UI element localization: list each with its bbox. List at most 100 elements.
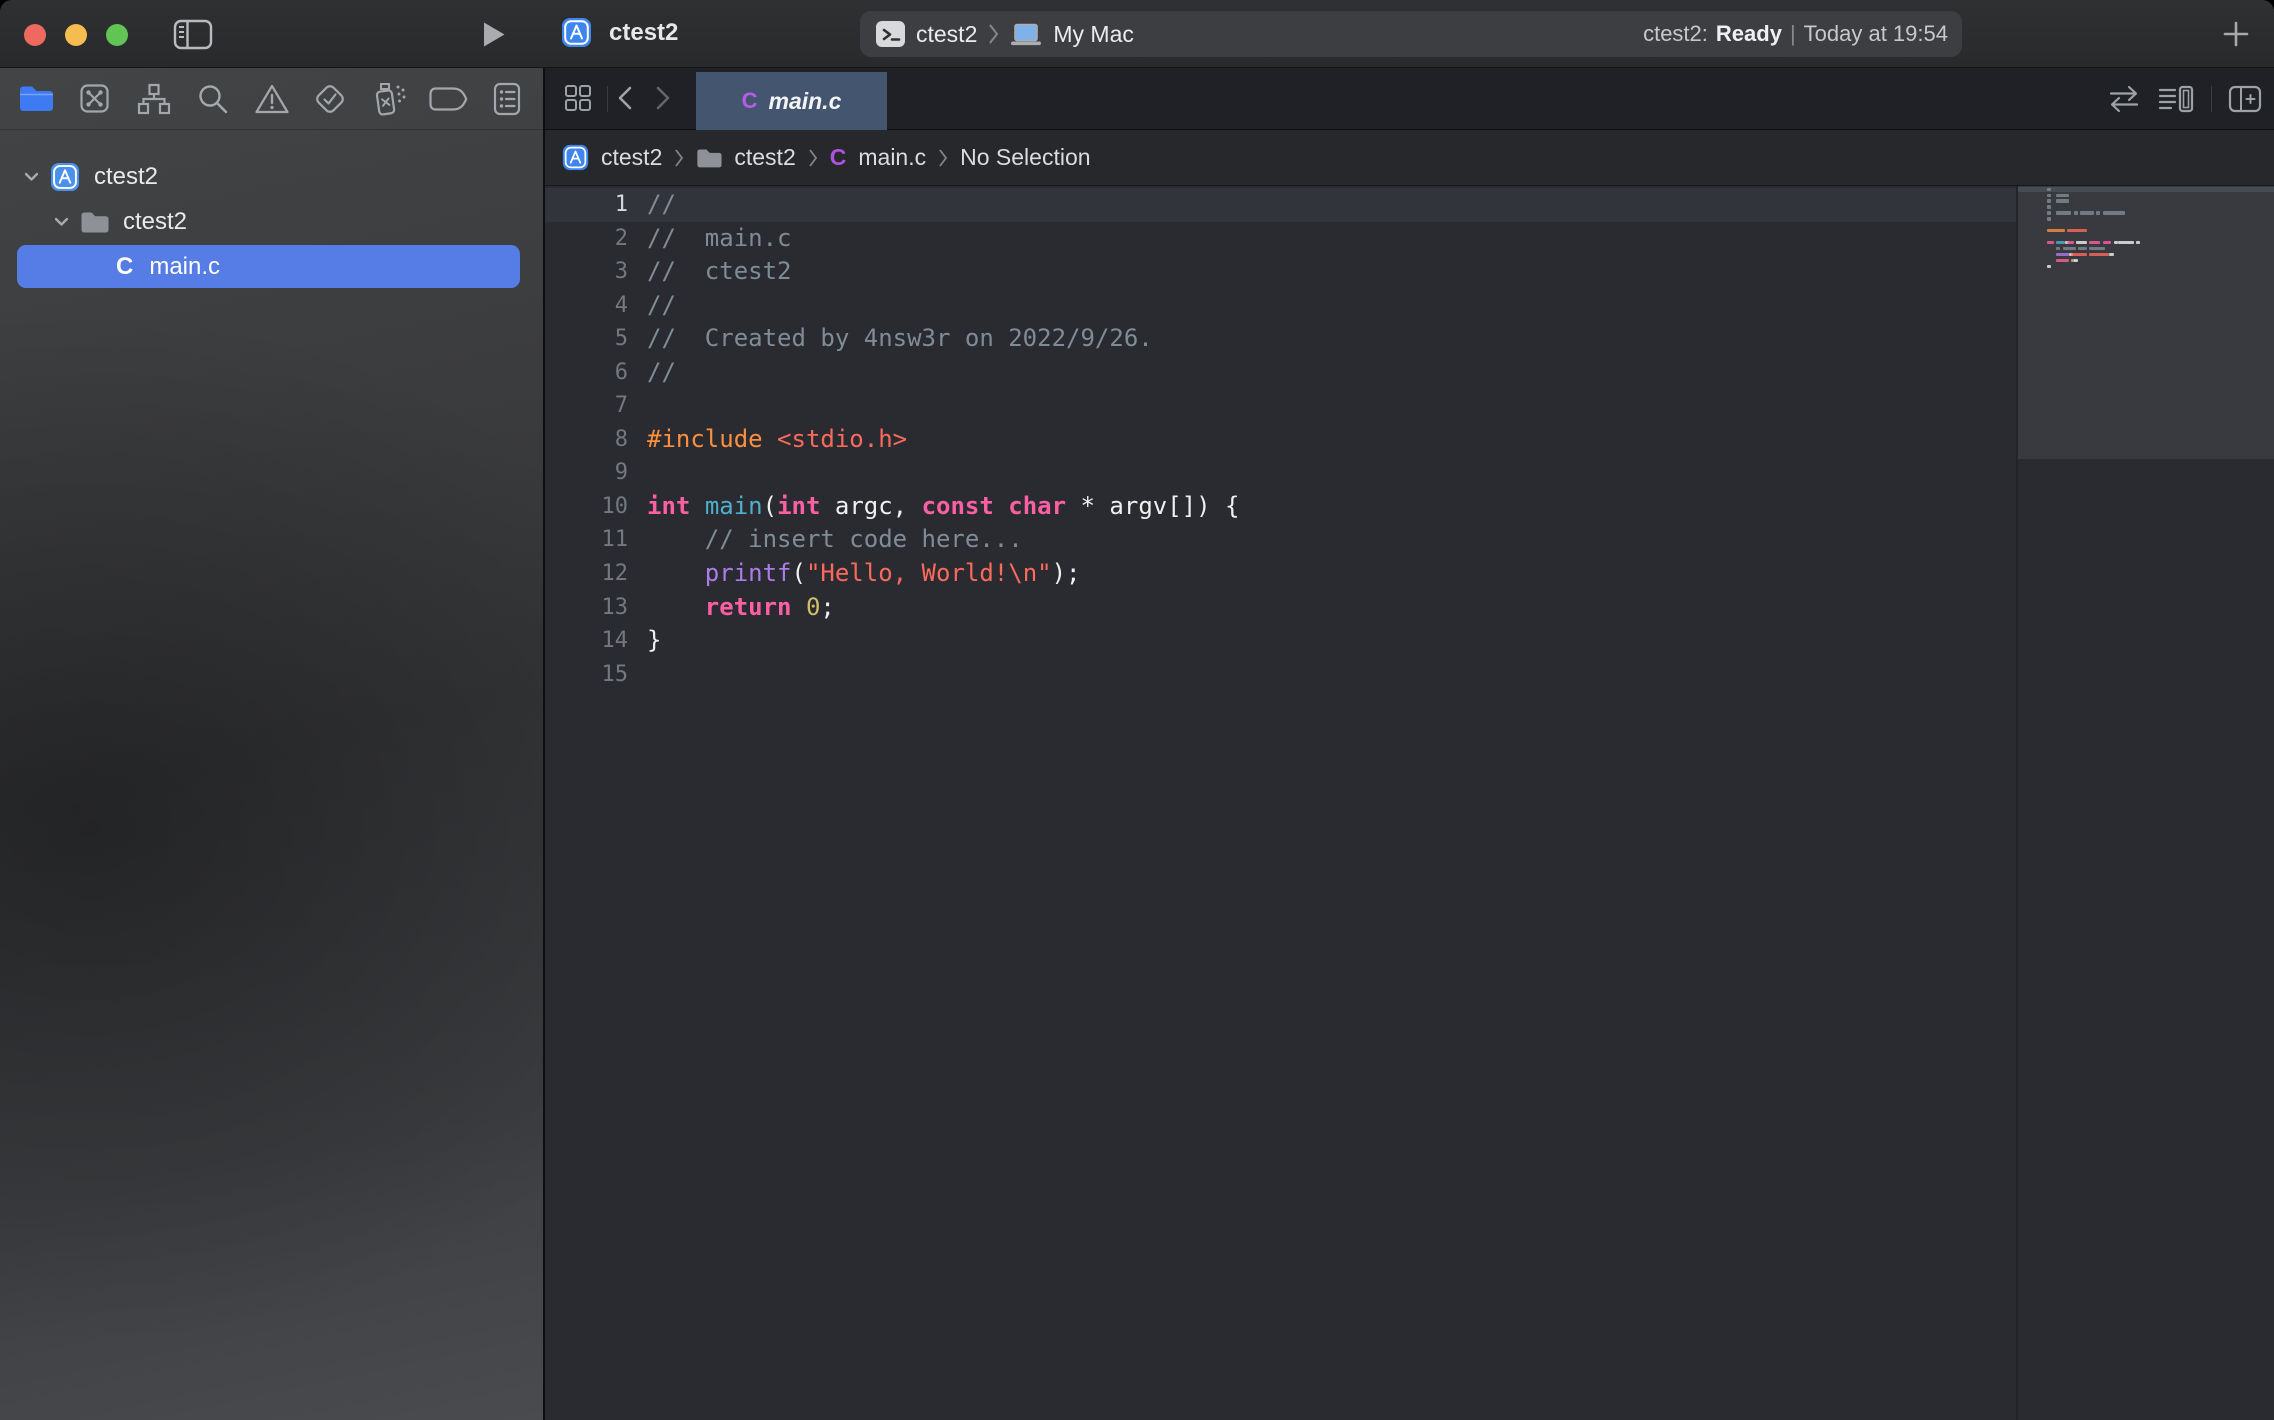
- tree-row-file-selected[interactable]: C main.c: [0, 244, 543, 289]
- code-line[interactable]: 8#include <stdio.h>: [545, 423, 2016, 457]
- minimap-line-bar: [2056, 194, 2069, 197]
- plus-icon: [2221, 19, 2251, 49]
- add-editor-button[interactable]: [2227, 84, 2263, 114]
- jumpbar-group[interactable]: ctest2: [696, 144, 795, 171]
- source-editor[interactable]: 1//2// main.c3// ctest24//5// Created by…: [545, 186, 2274, 1420]
- navigator-tab-bar: [0, 68, 543, 130]
- activity-status[interactable]: ctest2: Ready | Today at 19:54: [1643, 21, 1948, 47]
- editor-options-button[interactable]: [2157, 83, 2195, 115]
- code-line[interactable]: 5// Created by 4nsw3r on 2022/9/26.: [545, 322, 2016, 356]
- project-navigator-tab[interactable]: [16, 79, 56, 119]
- related-items-button[interactable]: [563, 83, 593, 113]
- minimap-line-bar: [2078, 247, 2087, 250]
- close-button[interactable]: [24, 24, 46, 46]
- code-text: int main(int argc, const char * argv[]) …: [647, 490, 1239, 524]
- code-line[interactable]: 10int main(int argc, const char * argv[]…: [545, 490, 2016, 524]
- swap-arrows-icon: [2107, 84, 2141, 114]
- jumpbar-selection[interactable]: No Selection: [960, 144, 1090, 171]
- scheme-selector[interactable]: ctest2 My Mac: [876, 21, 1134, 48]
- code-line[interactable]: 14}: [545, 624, 2016, 658]
- jumpbar-label: No Selection: [960, 144, 1090, 171]
- scheme-target: ctest2: [916, 21, 977, 48]
- source-control-navigator-tab[interactable]: [75, 79, 115, 119]
- code-line[interactable]: 9: [545, 456, 2016, 490]
- spray-can-icon: [370, 81, 408, 117]
- sidebar-toggle-icon: [173, 19, 213, 50]
- minimap-line-bar: [2047, 211, 2051, 214]
- code-review-button[interactable]: [2107, 84, 2141, 114]
- go-back-button[interactable]: [615, 84, 635, 112]
- tree-item-label: main.c: [149, 253, 220, 281]
- minimap-line-bar: [2089, 241, 2100, 244]
- editor-tab-main-c[interactable]: C main.c: [696, 72, 887, 130]
- chevron-right-icon: [988, 23, 999, 45]
- minimap-panel: [2018, 186, 2274, 459]
- tree-item-label: ctest2: [123, 208, 187, 236]
- test-navigator-tab[interactable]: [310, 79, 350, 119]
- run-button[interactable]: [482, 21, 506, 48]
- tab-label: main.c: [769, 88, 842, 115]
- jumpbar-file[interactable]: C main.c: [830, 144, 926, 171]
- source-control-icon: [77, 81, 112, 116]
- code-line[interactable]: 11 // insert code here...: [545, 523, 2016, 557]
- zoom-button[interactable]: [106, 24, 128, 46]
- jumpbar-label: main.c: [858, 144, 926, 171]
- c-file-icon: C: [830, 144, 847, 171]
- code-line[interactable]: 6//: [545, 356, 2016, 390]
- jumpbar-project[interactable]: ctest2: [562, 144, 662, 171]
- code-line[interactable]: 7: [545, 389, 2016, 423]
- minimap-line-bar: [2109, 253, 2113, 256]
- minimap[interactable]: [2018, 186, 2274, 1420]
- tree-row-project[interactable]: ctest2: [0, 154, 543, 199]
- minimap-options-icon: [2157, 83, 2195, 115]
- xcode-window: ctest2 ctest2: [0, 0, 2274, 1420]
- line-number: 7: [545, 389, 647, 423]
- go-forward-button[interactable]: [653, 84, 673, 112]
- minimap-line-bar: [2056, 199, 2069, 202]
- breakpoint-navigator-tab[interactable]: [428, 79, 468, 119]
- code-text: // Created by 4nsw3r on 2022/9/26.: [647, 322, 1153, 356]
- status-separator: |: [1790, 21, 1796, 47]
- toggle-sidebar-button[interactable]: [173, 19, 213, 50]
- play-icon: [482, 21, 506, 48]
- code-text: return 0;: [647, 591, 835, 625]
- disclosure-chevron-icon[interactable]: [24, 172, 39, 182]
- minimap-line-bar: [2076, 241, 2087, 244]
- code-line[interactable]: 13 return 0;: [545, 591, 2016, 625]
- minimap-line-bar: [2067, 241, 2074, 244]
- tabbar-divider: [607, 86, 608, 112]
- code-line[interactable]: 15: [545, 658, 2016, 692]
- minimap-line-bar: [2056, 211, 2072, 214]
- editor-area: C main.c: [545, 68, 2274, 1420]
- issue-navigator-tab[interactable]: [252, 79, 292, 119]
- minimap-line-bar: [2103, 241, 2112, 244]
- minimap-line-bar: [2047, 199, 2051, 202]
- chevron-separator-icon: [674, 148, 684, 168]
- chevron-right-icon: [653, 84, 673, 112]
- tabbar-divider: [2211, 86, 2212, 112]
- find-navigator-tab[interactable]: [193, 79, 233, 119]
- project-navigator-tree: ctest2 ctest2 C main.c: [0, 154, 543, 289]
- minimap-line-bar: [2114, 241, 2118, 244]
- disclosure-chevron-icon[interactable]: [54, 217, 69, 227]
- grid-icon: [563, 83, 593, 113]
- status-project: ctest2:: [1643, 21, 1708, 47]
- code-line[interactable]: 4//: [545, 289, 2016, 323]
- traffic-lights: [24, 24, 128, 46]
- folder-icon: [80, 211, 109, 233]
- tree-row-folder[interactable]: ctest2: [0, 199, 543, 244]
- code-line[interactable]: 1//: [545, 188, 2016, 222]
- minimap-line-bar: [2096, 211, 2100, 214]
- debug-navigator-tab[interactable]: [369, 79, 409, 119]
- code-line[interactable]: 12 printf("Hello, World!\n");: [545, 557, 2016, 591]
- minimap-line-bar: [2047, 205, 2051, 208]
- line-number: 2: [545, 222, 647, 256]
- code-text: //: [647, 289, 676, 323]
- library-add-button[interactable]: [2221, 19, 2251, 49]
- report-navigator-tab[interactable]: [487, 79, 527, 119]
- c-file-icon: C: [116, 253, 133, 281]
- code-line[interactable]: 2// main.c: [545, 222, 2016, 256]
- symbol-navigator-tab[interactable]: [134, 79, 174, 119]
- minimize-button[interactable]: [65, 24, 87, 46]
- code-line[interactable]: 3// ctest2: [545, 255, 2016, 289]
